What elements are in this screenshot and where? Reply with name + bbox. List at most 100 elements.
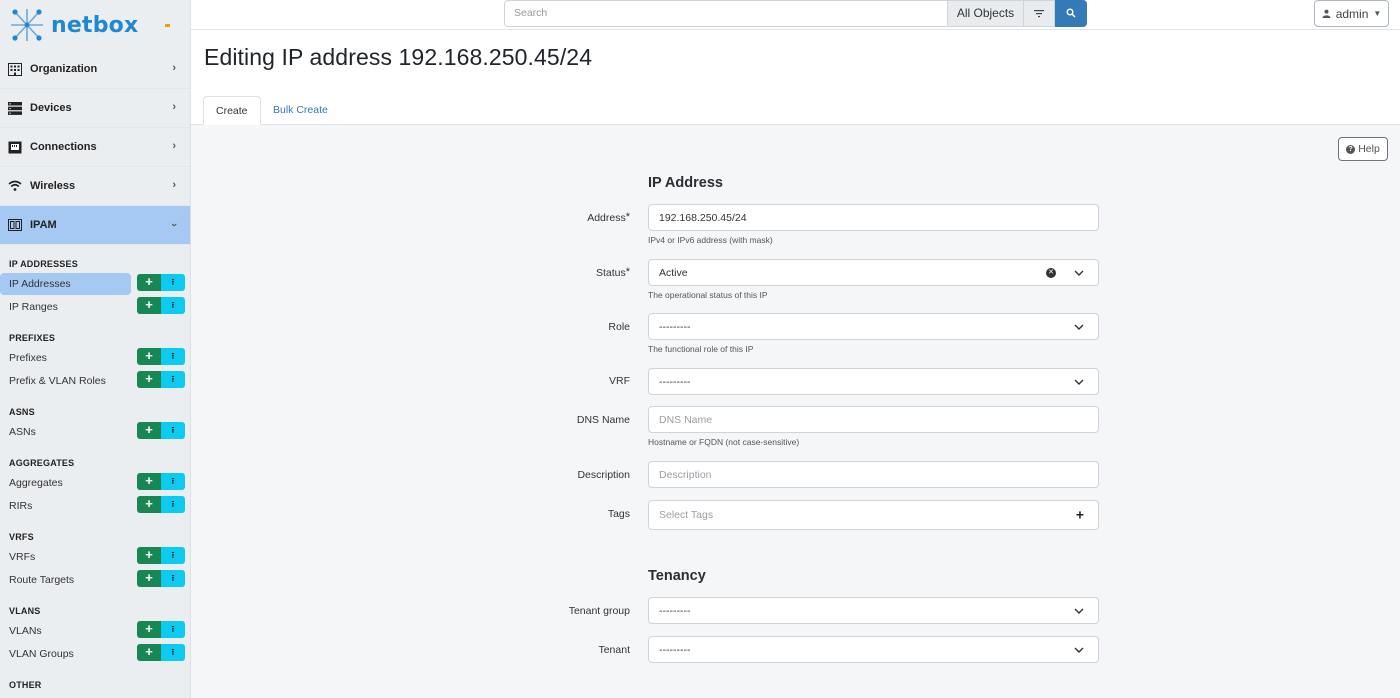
sidebar-item-actions: + ⭱ <box>137 422 185 439</box>
sidebar-menu-label: IPAM <box>30 219 57 231</box>
upload-icon: ⭱ <box>171 476 175 486</box>
role-select[interactable]: --------- <box>648 313 1099 340</box>
sidebar-item-link[interactable]: Route Targets <box>0 569 131 591</box>
sidebar-section-spacer <box>0 392 190 405</box>
user-menu-button[interactable]: admin ▼ <box>1314 0 1389 27</box>
add-button[interactable]: + <box>137 348 161 365</box>
sidebar-item-link[interactable]: ASNs <box>0 421 131 443</box>
add-button[interactable]: + <box>137 422 161 439</box>
sidebar-item: Route Targets + ⭱ <box>0 568 190 591</box>
sidebar-item-link[interactable]: RIRs <box>0 495 131 517</box>
clear-icon[interactable]: ✕ <box>1046 267 1056 278</box>
search-filter-button[interactable] <box>1023 0 1055 27</box>
description-label: Description <box>577 469 630 481</box>
import-button[interactable]: ⭱ <box>161 570 185 587</box>
search-input[interactable]: Search <box>504 0 948 27</box>
sidebar-item-link[interactable]: Aggregates <box>0 472 131 494</box>
chevron-down-icon <box>1074 647 1084 653</box>
chevron-right-icon: › <box>172 101 176 113</box>
import-button[interactable]: ⭱ <box>161 274 185 291</box>
sidebar-item-link[interactable]: VLAN Groups <box>0 643 131 665</box>
page-title: Editing IP address 192.168.250.45/24 <box>204 44 593 70</box>
import-button[interactable]: ⭱ <box>161 644 185 661</box>
search-submit-button[interactable] <box>1055 0 1087 27</box>
sidebar-section-heading: OTHER <box>9 680 42 690</box>
add-button[interactable]: + <box>137 496 161 513</box>
upload-icon: ⭱ <box>171 351 175 361</box>
tenant-select[interactable]: --------- <box>648 636 1099 663</box>
tenant-group-label: Tenant group <box>568 605 630 617</box>
tags-select[interactable]: Select Tags + <box>648 500 1099 530</box>
status-label: Status* <box>595 266 630 279</box>
sidebar-item-link[interactable]: Prefixes <box>0 347 131 369</box>
tenant-group-value: --------- <box>659 604 691 617</box>
import-button[interactable]: ⭱ <box>161 621 185 638</box>
add-button[interactable]: + <box>137 473 161 490</box>
import-button[interactable]: ⭱ <box>161 473 185 490</box>
sidebar-section-spacer <box>0 443 190 456</box>
sidebar-menu-wireless[interactable]: Wireless › <box>0 167 190 206</box>
sidebar-section-heading: VLANS <box>9 606 41 616</box>
section-title-tenancy: Tenancy <box>648 568 706 584</box>
vrf-value: --------- <box>659 375 691 388</box>
search-scope-dropdown[interactable]: All Objects <box>947 0 1024 27</box>
sidebar-section-spacer <box>0 517 190 530</box>
ipam-icon <box>8 218 22 232</box>
add-button[interactable]: + <box>137 570 161 587</box>
filter-icon <box>1034 10 1044 18</box>
plus-icon: + <box>145 371 153 386</box>
help-icon: ? <box>1346 144 1356 154</box>
sidebar-menu-connections[interactable]: Connections › <box>0 128 190 167</box>
plus-icon: + <box>145 621 153 636</box>
import-button[interactable]: ⭱ <box>161 496 185 513</box>
sidebar-item: IP Ranges + ⭱ <box>0 295 190 318</box>
status-select[interactable]: Active ✕ <box>648 259 1099 286</box>
address-input[interactable]: 192.168.250.45/24 <box>648 204 1099 231</box>
sidebar-item: VLAN Groups + ⭱ <box>0 642 190 665</box>
import-button[interactable]: ⭱ <box>161 371 185 388</box>
tags-label: Tags <box>607 508 630 520</box>
add-button[interactable]: + <box>137 297 161 314</box>
import-button[interactable]: ⭱ <box>161 547 185 564</box>
brand-logo[interactable]: netbox <box>0 0 190 50</box>
import-button[interactable]: ⭱ <box>161 348 185 365</box>
sidebar-item-actions: + ⭱ <box>137 496 185 513</box>
plus-icon: + <box>145 473 153 488</box>
sidebar-menu-ipam[interactable]: IPAM › <box>0 206 190 245</box>
add-button[interactable]: + <box>137 371 161 388</box>
tenant-value: --------- <box>659 643 691 656</box>
add-button[interactable]: + <box>137 644 161 661</box>
sidebar-menu-label: Devices <box>30 102 72 114</box>
description-input[interactable]: Description <box>648 461 1099 488</box>
plus-icon: + <box>145 496 153 511</box>
upload-icon: ⭱ <box>171 573 175 583</box>
dns-name-input[interactable]: DNS Name <box>648 406 1099 433</box>
vrf-select[interactable]: --------- <box>648 368 1099 395</box>
upload-icon: ⭱ <box>171 374 175 384</box>
sidebar-item-link[interactable]: VLANs <box>0 620 131 642</box>
add-button[interactable]: + <box>137 274 161 291</box>
tenant-group-select[interactable]: --------- <box>648 597 1099 624</box>
import-button[interactable]: ⭱ <box>161 297 185 314</box>
tab-bulk-create[interactable]: Bulk Create <box>261 96 340 125</box>
sidebar-item-link[interactable]: Prefix & VLAN Roles <box>0 370 131 392</box>
help-button[interactable]: ? Help <box>1338 137 1388 161</box>
tab-create[interactable]: Create <box>203 96 261 125</box>
sidebar-section-heading: PREFIXES <box>9 333 56 343</box>
role-hint: The functional role of this IP <box>648 344 754 354</box>
status-hint: The operational status of this IP <box>648 290 768 300</box>
wifi-icon <box>8 179 22 193</box>
plus-icon[interactable]: + <box>1076 507 1084 523</box>
import-button[interactable]: ⭱ <box>161 422 185 439</box>
role-label: Role <box>608 321 630 333</box>
sidebar-item-link[interactable]: VRFs <box>0 546 131 568</box>
upload-icon: ⭱ <box>171 277 175 287</box>
sidebar-item-link[interactable]: IP Addresses <box>0 272 131 295</box>
tenant-label: Tenant <box>598 644 630 656</box>
sidebar-menu-devices[interactable]: Devices › <box>0 89 190 128</box>
sidebar-item-link[interactable]: IP Ranges <box>0 296 131 318</box>
add-button[interactable]: + <box>137 547 161 564</box>
page-header: Editing IP address 192.168.250.45/24 Cre… <box>191 30 1400 125</box>
add-button[interactable]: + <box>137 621 161 638</box>
sidebar-menu-organization[interactable]: Organization › <box>0 50 190 89</box>
